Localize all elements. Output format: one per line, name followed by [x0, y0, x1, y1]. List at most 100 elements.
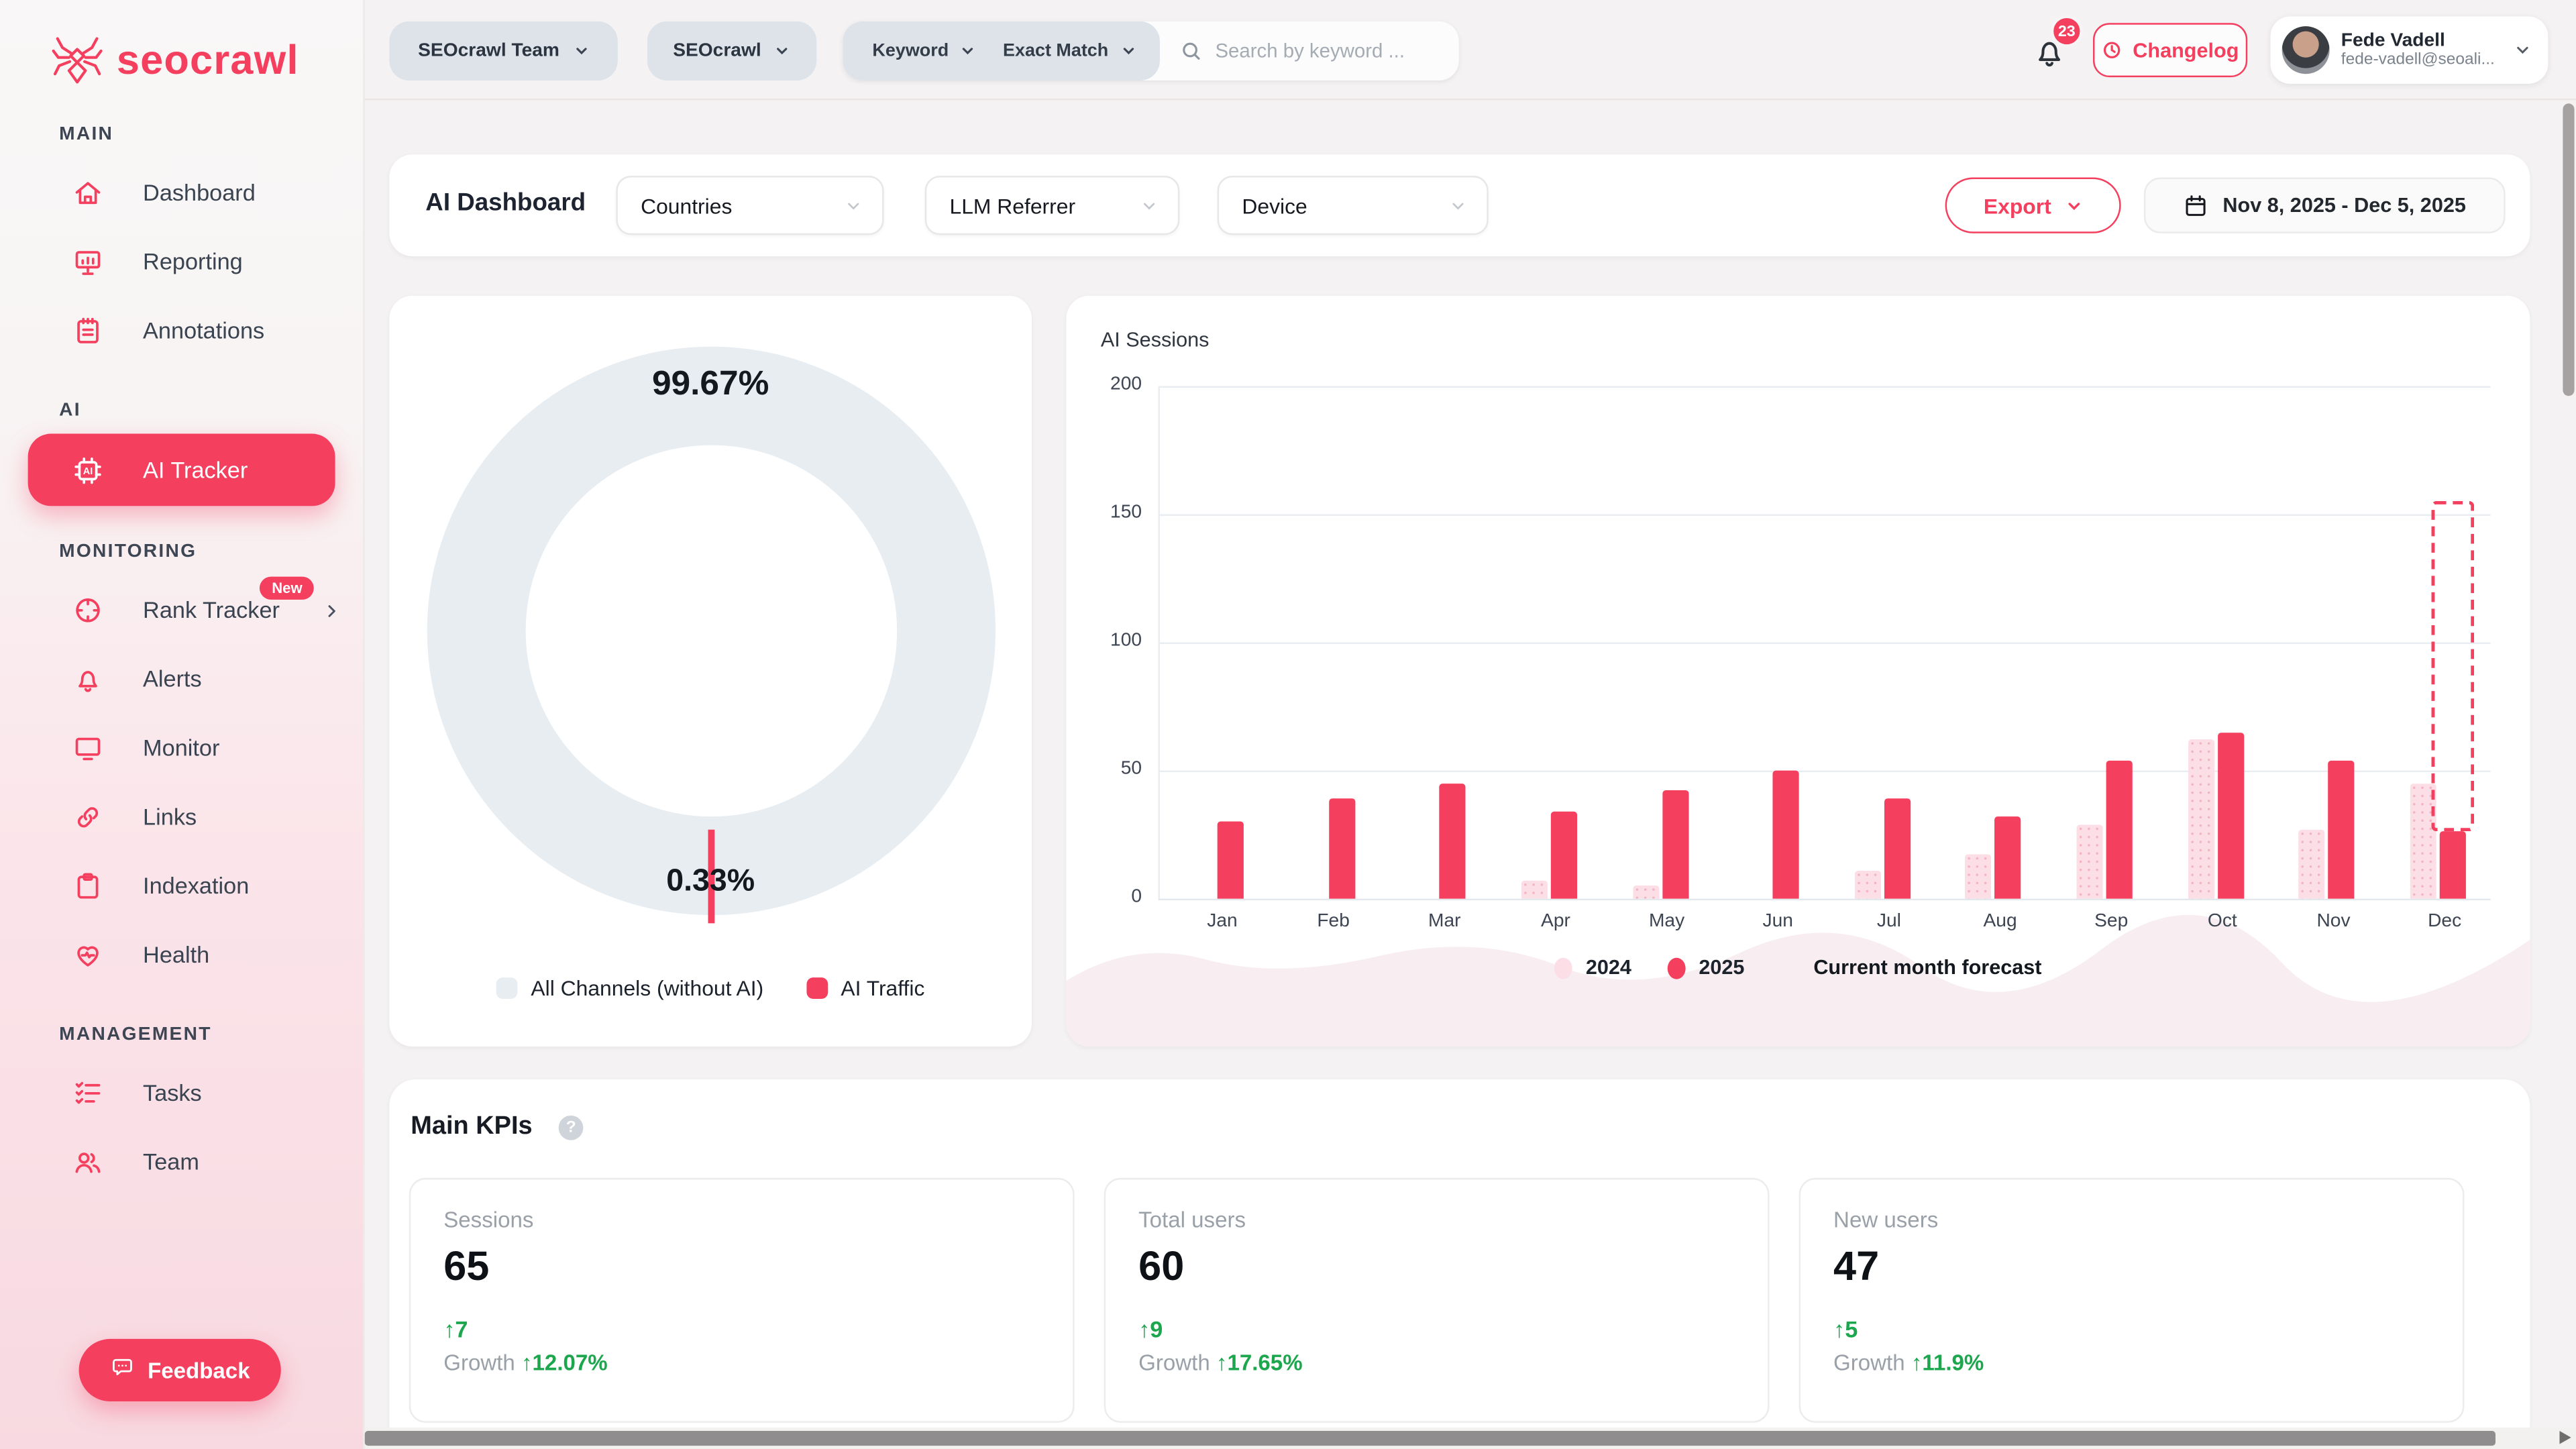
sidebar-item-label: Links [143, 804, 197, 830]
svg-text:AI: AI [83, 466, 93, 476]
brand-name: seocrawl [117, 37, 299, 85]
sidebar-item-reporting[interactable]: Reporting [0, 227, 363, 296]
kpi-card-total-users: Total users60↑9Growth ↑17.65% [1104, 1178, 1770, 1423]
chart-legend-item[interactable]: 2025 [1668, 956, 1745, 979]
feedback-button[interactable]: Feedback [79, 1339, 281, 1401]
legend-dot [1554, 957, 1572, 979]
x-axis-label: Feb [1284, 912, 1383, 931]
sidebar-nav: MAINDashboardReportingAnnotationsAIAIAI … [0, 125, 363, 1196]
chart-legend-item[interactable]: 2024 [1554, 956, 1631, 979]
sidebar-section-management: MANAGEMENT [59, 1025, 363, 1044]
user-menu[interactable]: Fede Vadell fede-vadell@seoali... [2270, 16, 2548, 83]
chevron-down-icon [845, 197, 863, 215]
bar-2025-jan[interactable] [1218, 822, 1244, 899]
sidebar-item-label: Indexation [143, 872, 249, 898]
traffic-share-card: 99.67% 0.33% All Channels (without AI)AI… [389, 296, 1032, 1046]
sidebar-item-annotations[interactable]: Annotations [0, 296, 363, 365]
changelog-button[interactable]: Changelog [2093, 23, 2247, 77]
bar-2024-aug[interactable] [1966, 855, 1992, 899]
horizontal-scrollbar[interactable] [365, 1428, 2576, 1449]
team-selector[interactable]: SEOcrawl Team [389, 21, 617, 80]
sidebar-item-label: Health [143, 941, 209, 967]
ai-sessions-card: AI Sessions 050100150200JanFebMarAprMayJ… [1066, 296, 2530, 1046]
team-selector-label: SEOcrawl Team [418, 41, 559, 60]
kpi-growth-label: Growth [443, 1350, 515, 1375]
y-axis-tick: 50 [1066, 759, 1142, 778]
sidebar-item-label: Rank Tracker [143, 596, 280, 623]
bar-2025-sep[interactable] [2106, 760, 2133, 898]
bar-2024-oct[interactable] [2188, 740, 2214, 899]
bar-2025-mar[interactable] [1440, 784, 1466, 899]
sidebar-item-alerts[interactable]: Alerts [0, 644, 363, 713]
bar-2024-sep[interactable] [2077, 824, 2103, 899]
search-input[interactable] [1215, 40, 1458, 62]
bar-2025-jul[interactable] [1884, 799, 1911, 899]
chevron-down-icon [1140, 197, 1159, 215]
donut-legend-item[interactable]: All Channels (without AI) [496, 976, 763, 1001]
project-selector[interactable]: SEOcrawl [647, 21, 816, 80]
kpi-label: New users [1833, 1208, 2430, 1232]
scroll-right-arrow-icon[interactable] [2560, 1431, 2571, 1444]
sidebar-item-label: Alerts [143, 665, 202, 692]
chevron-down-icon [2514, 41, 2532, 59]
bar-2024-nov[interactable] [2299, 829, 2325, 898]
brand-logo[interactable]: seocrawl [0, 0, 363, 89]
bar-2024-apr[interactable] [1521, 881, 1548, 899]
sidebar-item-health[interactable]: Health [0, 920, 363, 989]
date-range-picker[interactable]: Nov 8, 2025 - Dec 5, 2025 [2144, 177, 2506, 233]
filter-select-device[interactable]: Device [1218, 176, 1489, 235]
bar-2025-jun[interactable] [1773, 771, 1799, 899]
sidebar-item-label: Dashboard [143, 179, 256, 205]
export-button[interactable]: Export [1945, 177, 2121, 233]
sidebar-item-links[interactable]: Links [0, 782, 363, 851]
kpi-growth-label: Growth [1833, 1350, 1905, 1375]
bar-2025-may[interactable] [1662, 791, 1688, 898]
chevron-down-icon [1120, 43, 1136, 59]
kpi-value: 60 [1138, 1244, 1735, 1291]
link-icon [72, 801, 104, 833]
sidebar-item-team[interactable]: Team [0, 1127, 363, 1196]
avatar [2282, 26, 2330, 74]
bar-2025-aug[interactable] [1995, 816, 2021, 898]
bar-2024-jul[interactable] [1854, 871, 1880, 899]
chevron-down-icon [774, 43, 790, 59]
legend-dot [1668, 957, 1686, 979]
filter-select-countries[interactable]: Countries [616, 176, 883, 235]
sidebar-item-dashboard[interactable]: Dashboard [0, 158, 363, 227]
annotations-icon [72, 315, 104, 346]
x-axis-label: Aug [1951, 912, 2049, 931]
chevron-down-icon [573, 43, 589, 59]
bar-2025-apr[interactable] [1551, 812, 1577, 899]
sidebar-item-ai-tracker[interactable]: AIAI Tracker [28, 434, 335, 506]
team-icon [72, 1146, 104, 1177]
notifications-button[interactable]: 23 [2024, 25, 2083, 84]
horizontal-scrollbar-thumb[interactable] [365, 1431, 2496, 1446]
sidebar-item-label: Team [143, 1148, 199, 1175]
kpi-label: Sessions [443, 1208, 1040, 1232]
sidebar-item-tasks[interactable]: Tasks [0, 1058, 363, 1127]
donut-major-percent: 99.67% [389, 365, 1032, 405]
bar-2025-feb[interactable] [1328, 799, 1354, 899]
search-type-dropdown[interactable]: Keyword [872, 41, 976, 60]
sidebar-section-ai: AI [59, 401, 363, 421]
vertical-scrollbar-thumb[interactable] [2563, 103, 2574, 396]
chevron-down-icon [2064, 197, 2082, 215]
kpi-value: 65 [443, 1244, 1040, 1291]
bar-2024-may[interactable] [1632, 885, 1658, 898]
donut-legend: All Channels (without AI) AI Traffic [389, 976, 1032, 1001]
donut-legend-item[interactable]: AI Traffic [806, 976, 924, 1001]
bar-2025-nov[interactable] [2328, 760, 2355, 898]
match-type-dropdown[interactable]: Exact Match [1003, 41, 1136, 60]
sidebar-item-indexation[interactable]: Indexation [0, 851, 363, 920]
help-icon[interactable]: ? [559, 1115, 584, 1140]
filter-select-llm-referrer[interactable]: LLM Referrer [925, 176, 1180, 235]
bar-2025-oct[interactable] [2218, 732, 2244, 898]
sidebar-item-label: Monitor [143, 735, 219, 761]
sidebar-item-rank-tracker[interactable]: Rank TrackerNew [0, 575, 363, 644]
x-axis-label: Sep [2062, 912, 2161, 931]
bar-2025-dec[interactable] [2440, 832, 2466, 898]
calendar-icon [2184, 193, 2208, 218]
sidebar-item-monitor[interactable]: Monitor [0, 713, 363, 782]
ai-chip-icon: AI [72, 454, 104, 486]
gridline [1159, 643, 2491, 644]
